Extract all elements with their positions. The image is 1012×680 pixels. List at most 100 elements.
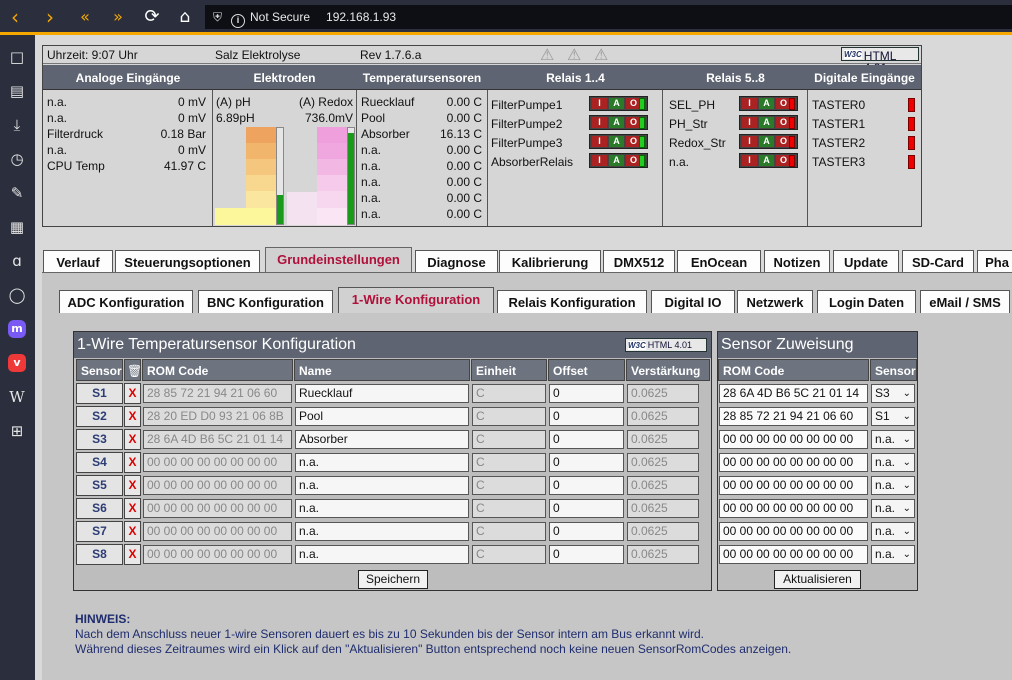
sensor-name-input[interactable]: n.a. <box>295 499 469 518</box>
relay-auto-button[interactable]: A <box>609 117 624 128</box>
delete-icon[interactable]: X <box>124 475 141 496</box>
offset-input[interactable]: 0 <box>549 430 624 449</box>
calendar-icon[interactable]: ▦ <box>5 215 29 239</box>
relay-on-button[interactable]: I <box>592 98 607 109</box>
download-icon[interactable]: ⤓ <box>5 113 29 137</box>
offset-input[interactable]: 0 <box>549 453 624 472</box>
tab-diagnose[interactable]: Diagnose <box>415 250 498 273</box>
address-bar[interactable]: ⛨ i Not Secure 192.168.1.93 <box>205 5 1012 29</box>
subtab-relais-konfiguration[interactable]: Relais Konfiguration <box>497 290 647 313</box>
sensor-select[interactable]: n.a. ⌄ <box>871 545 915 564</box>
chat-icon[interactable]: ◯ <box>5 283 29 307</box>
translate-icon[interactable]: ɑ <box>5 249 29 273</box>
forward-icon[interactable]: › <box>37 5 63 29</box>
relay-auto-button[interactable]: A <box>609 98 624 109</box>
subtab-login-daten[interactable]: Login Daten <box>817 290 916 313</box>
delete-icon[interactable]: X <box>124 429 141 450</box>
subtab-1-wire-konfiguration[interactable]: 1-Wire Konfiguration <box>338 287 494 313</box>
html-validator-badge[interactable]: W3CHTML 4.01 <box>625 338 707 352</box>
delete-icon[interactable]: X <box>124 521 141 542</box>
sensor-name-input[interactable]: n.a. <box>295 545 469 564</box>
tab-sd-card[interactable]: SD-Card <box>902 250 974 273</box>
tab-update[interactable]: Update <box>833 250 899 273</box>
bookmark-icon[interactable]: □ <box>5 45 29 69</box>
fast-forward-icon[interactable]: » <box>105 5 131 29</box>
relay-on-button[interactable]: I <box>742 136 757 147</box>
relay-auto-button[interactable]: A <box>609 136 624 147</box>
sensor-select[interactable]: S3 ⌄ <box>871 384 915 403</box>
subtab-bnc-konfiguration[interactable]: BNC Konfiguration <box>198 290 333 313</box>
relay-auto-button[interactable]: A <box>759 117 774 128</box>
html-validator-badge[interactable]: W3CHTML 4.01 <box>841 47 919 74</box>
subtab-adc-konfiguration[interactable]: ADC Konfiguration <box>59 290 193 313</box>
delete-icon[interactable]: X <box>124 498 141 519</box>
tab-grundeinstellungen[interactable]: Grundeinstellungen <box>265 247 412 273</box>
relay-on-button[interactable]: I <box>742 98 757 109</box>
sensor-select[interactable]: n.a. ⌄ <box>871 499 915 518</box>
offset-input[interactable]: 0 <box>549 499 624 518</box>
tab-kalibrierung[interactable]: Kalibrierung <box>499 250 601 273</box>
sensor-name-input[interactable]: n.a. <box>295 522 469 541</box>
save-button[interactable]: Speichern <box>358 570 428 589</box>
offset-input[interactable]: 0 <box>549 407 624 426</box>
sensor-name-input[interactable]: n.a. <box>295 453 469 472</box>
offset-input[interactable]: 0 <box>549 545 624 564</box>
sensor-select[interactable]: n.a. ⌄ <box>871 522 915 541</box>
delete-icon[interactable]: X <box>124 452 141 473</box>
refresh-button[interactable]: Aktualisieren <box>774 570 861 589</box>
history-icon[interactable]: ◷ <box>5 147 29 171</box>
relay-on-button[interactable]: I <box>742 155 757 166</box>
sensor-name-input[interactable]: n.a. <box>295 476 469 495</box>
wikipedia-icon[interactable]: W <box>5 385 29 409</box>
relay-auto-button[interactable]: A <box>759 136 774 147</box>
vivaldi-icon[interactable]: v <box>8 354 26 372</box>
sensor-name-input[interactable]: Ruecklauf <box>295 384 469 403</box>
home-icon[interactable]: ⌂ <box>172 5 198 29</box>
reload-icon[interactable]: ⟳ <box>139 5 165 29</box>
tab-pha[interactable]: Pha <box>977 250 1012 273</box>
add-panel-icon[interactable]: ⊞ <box>5 419 29 443</box>
subtab-email-sms[interactable]: eMail / SMS <box>920 290 1010 313</box>
back-icon[interactable]: ‹ <box>2 5 28 29</box>
notes-icon[interactable]: ✎ <box>5 181 29 205</box>
offset-input[interactable]: 0 <box>549 476 624 495</box>
delete-icon[interactable]: X <box>124 406 141 427</box>
relay-switch[interactable]: IAO <box>589 115 648 130</box>
relay-auto-button[interactable]: A <box>609 155 624 166</box>
tab-verlauf[interactable]: Verlauf <box>43 250 113 273</box>
sensor-name-input[interactable]: Pool <box>295 407 469 426</box>
relay-switch[interactable]: IAO <box>739 115 798 130</box>
relay-on-button[interactable]: I <box>592 136 607 147</box>
url-text[interactable]: 192.168.1.93 <box>326 10 396 24</box>
relay-switch[interactable]: IAO <box>739 134 798 149</box>
relay-switch[interactable]: IAO <box>589 134 648 149</box>
offset-input[interactable]: 0 <box>549 522 624 541</box>
relay-auto-button[interactable]: A <box>759 155 774 166</box>
subtab-digital-io[interactable]: Digital IO <box>651 290 735 313</box>
rewind-icon[interactable]: « <box>72 5 98 29</box>
delete-icon[interactable]: X <box>124 544 141 565</box>
info-icon[interactable]: i <box>231 14 245 28</box>
relay-switch[interactable]: IAO <box>589 96 648 111</box>
mastodon-icon[interactable]: m <box>8 320 26 338</box>
sensor-select[interactable]: n.a. ⌄ <box>871 476 915 495</box>
relay-switch[interactable]: IAO <box>739 96 798 111</box>
tab-steuerungsoptionen[interactable]: Steuerungsoptionen <box>115 250 260 273</box>
sensor-select[interactable]: S1 ⌄ <box>871 407 915 426</box>
subtab-netzwerk[interactable]: Netzwerk <box>737 290 813 313</box>
relay-on-button[interactable]: I <box>592 155 607 166</box>
relay-auto-button[interactable]: A <box>759 98 774 109</box>
sensor-select[interactable]: n.a. ⌄ <box>871 430 915 449</box>
relay-on-button[interactable]: I <box>742 117 757 128</box>
relay-on-button[interactable]: I <box>592 117 607 128</box>
tab-enocean[interactable]: EnOcean <box>677 250 761 273</box>
relay-switch[interactable]: IAO <box>739 153 798 168</box>
sensor-select[interactable]: n.a. ⌄ <box>871 453 915 472</box>
delete-icon[interactable]: X <box>124 383 141 404</box>
offset-input[interactable]: 0 <box>549 384 624 403</box>
sensor-name-input[interactable]: Absorber <box>295 430 469 449</box>
reader-icon[interactable]: ▤ <box>5 79 29 103</box>
tab-notizen[interactable]: Notizen <box>764 250 830 273</box>
relay-switch[interactable]: IAO <box>589 153 648 168</box>
tab-dmx512[interactable]: DMX512 <box>603 250 675 273</box>
